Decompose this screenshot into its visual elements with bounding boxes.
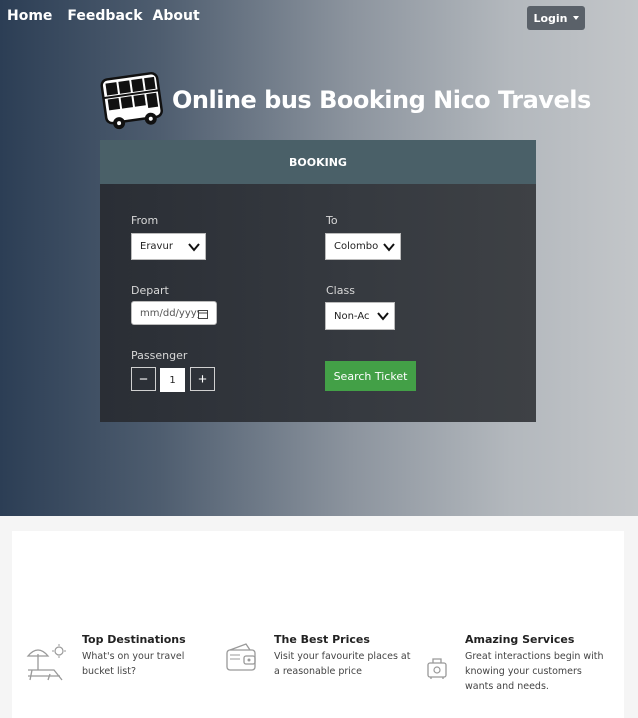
- top-nav: Home Feedback About: [7, 8, 210, 24]
- calendar-icon[interactable]: [198, 309, 208, 319]
- feature-title: The Best Prices: [274, 633, 370, 646]
- wallet-icon: [226, 643, 256, 671]
- booking-form: From Eravur To Colombo Depart mm/dd/yyyy…: [100, 184, 536, 422]
- nav-about-link[interactable]: About: [153, 8, 200, 24]
- site-title: Online bus Booking Nico Travels: [172, 86, 591, 114]
- depart-placeholder: mm/dd/yyyy: [140, 307, 203, 319]
- chevron-down-icon: [383, 243, 395, 252]
- login-dropdown-button[interactable]: Login: [527, 6, 585, 30]
- feature-description: Visit your favourite places at a reasona…: [274, 651, 411, 677]
- feature-title: Top Destinations: [82, 633, 186, 646]
- to-value: Colombo: [334, 241, 379, 252]
- hero-section: Home Feedback About Login Online bus Boo…: [0, 0, 638, 516]
- depart-label: Depart: [131, 284, 169, 297]
- chevron-down-icon: [188, 243, 200, 252]
- nav-feedback-link[interactable]: Feedback: [67, 8, 142, 24]
- to-select[interactable]: Colombo: [325, 233, 401, 260]
- passenger-count[interactable]: 1: [160, 368, 185, 392]
- from-value: Eravur: [140, 241, 173, 252]
- nav-home-link[interactable]: Home: [7, 8, 52, 24]
- beach-chair-icon: [26, 644, 66, 681]
- passenger-increment-button[interactable]: +: [190, 367, 215, 391]
- search-ticket-button[interactable]: Search Ticket: [325, 361, 416, 391]
- booking-header: BOOKING: [100, 140, 536, 184]
- from-select[interactable]: Eravur: [131, 233, 206, 260]
- to-label: To: [326, 214, 338, 227]
- chevron-down-icon: [377, 312, 389, 321]
- class-select[interactable]: Non-Ac: [325, 302, 395, 330]
- depart-date-input[interactable]: mm/dd/yyyy: [131, 301, 217, 325]
- passenger-label: Passenger: [131, 349, 188, 362]
- class-value: Non-Ac: [334, 310, 370, 322]
- feature-description: Great interactions begin with knowing yo…: [465, 651, 604, 692]
- bus-icon: [100, 72, 163, 130]
- login-label: Login: [533, 11, 568, 25]
- luggage-icon: [427, 658, 447, 679]
- feature-title: Amazing Services: [465, 633, 575, 646]
- from-label: From: [131, 214, 159, 227]
- brand: Online bus Booking Nico Travels: [98, 66, 591, 134]
- passenger-decrement-button[interactable]: −: [131, 367, 156, 391]
- caret-down-icon: [572, 16, 579, 20]
- class-label: Class: [326, 284, 355, 297]
- feature-description: What's on your travel bucket list?: [82, 651, 185, 677]
